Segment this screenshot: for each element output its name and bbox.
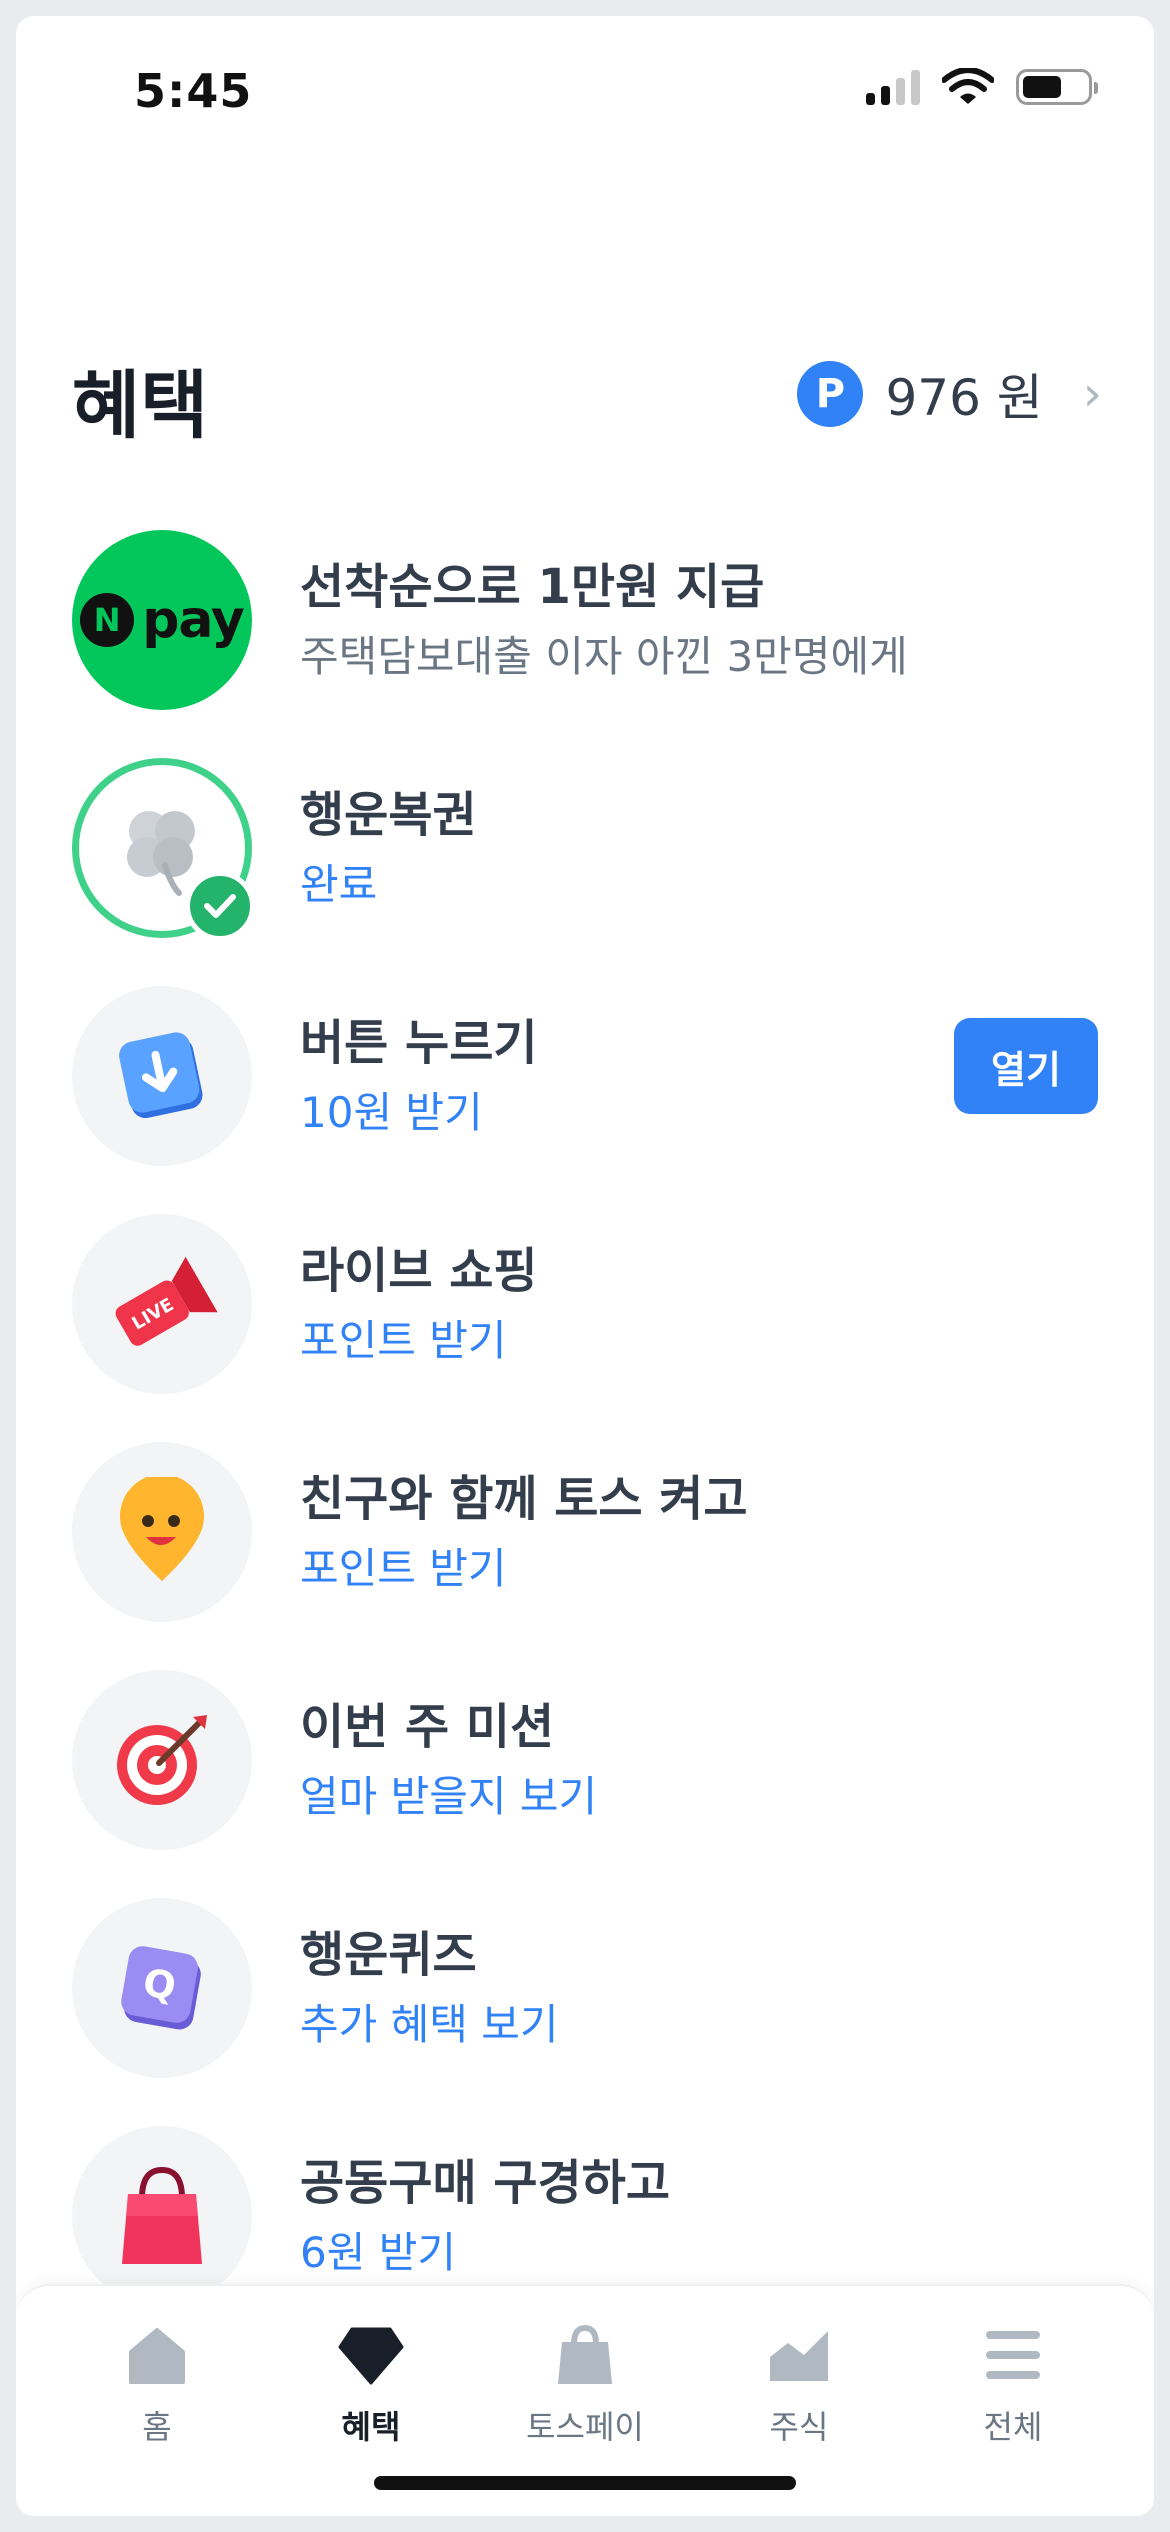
status-icons (866, 68, 1098, 106)
signal-icon (866, 69, 920, 105)
list-item-subtitle: 완료 (300, 859, 378, 909)
chart-icon (764, 2322, 834, 2388)
clover-icon (72, 758, 255, 941)
page-title: 혜택 (72, 363, 209, 449)
list-item[interactable]: 행운복권 완료 (16, 734, 1154, 962)
list-item-title: 선착순으로 1만원 지급 (300, 558, 765, 615)
list-item-subtitle: 포인트 받기 (300, 1543, 507, 1593)
list-item-title: 라이브 쇼핑 (300, 1242, 538, 1299)
list-item-subtitle: 주택담보대출 이자 아낀 3만명에게 (300, 631, 908, 681)
tab-home[interactable]: 홈 (50, 2286, 264, 2516)
list-item-subtitle: 얼마 받을지 보기 (300, 1771, 598, 1821)
list-item[interactable]: LIVE 라이브 쇼핑 포인트 받기 (16, 1190, 1154, 1418)
tab-label: 혜택 (341, 2408, 401, 2446)
shopping-bag-icon (72, 2126, 252, 2306)
list-item-title: 공동구매 구경하고 (300, 2154, 670, 2211)
home-icon (122, 2322, 192, 2388)
list-item-title: 이번 주 미션 (300, 1698, 555, 1755)
battery-icon (1016, 69, 1098, 105)
quiz-icon: Q (72, 1898, 252, 2078)
tab-label: 전체 (983, 2408, 1043, 2446)
npay-logo: N pay (72, 530, 252, 710)
live-megaphone-icon: LIVE (72, 1214, 252, 1394)
open-button[interactable]: 열기 (954, 1018, 1098, 1114)
list-item-title: 행운복권 (300, 786, 477, 843)
list-item[interactable]: Q 행운퀴즈 추가 혜택 보기 (16, 1874, 1154, 2102)
wifi-icon (942, 68, 994, 104)
home-indicator[interactable] (374, 2476, 796, 2490)
tab-label: 토스페이 (526, 2408, 644, 2446)
check-icon (185, 871, 255, 941)
tab-label: 홈 (142, 2408, 172, 2446)
phone-screen: 5:45 혜택 P 976 원 › N pay 선착순으로 1만원 지급 주택담… (16, 16, 1154, 2516)
list-item-title: 행운퀴즈 (300, 1926, 477, 1983)
list-item-subtitle: 10원 받기 (300, 1087, 483, 1137)
list-item[interactable]: N pay 선착순으로 1만원 지급 주택담보대출 이자 아낀 3만명에게 (16, 506, 1154, 734)
list-item-subtitle: 추가 혜택 보기 (300, 1999, 559, 2049)
down-button-icon (72, 986, 252, 1166)
status-time: 5:45 (134, 64, 253, 118)
tab-label: 주식 (769, 2408, 829, 2446)
smile-pin-icon (72, 1442, 252, 1622)
list-item-subtitle: 포인트 받기 (300, 1315, 507, 1365)
list-item[interactable]: 이번 주 미션 얼마 받을지 보기 (16, 1646, 1154, 1874)
target-icon (72, 1670, 252, 1850)
npay-text: pay (142, 590, 245, 650)
list-item-title: 친구와 함께 토스 켜고 (300, 1470, 748, 1527)
menu-icon (978, 2322, 1048, 2388)
list-item-title: 버튼 누르기 (300, 1014, 538, 1071)
chevron-right-icon: › (1082, 366, 1102, 422)
benefit-list: N pay 선착순으로 1만원 지급 주택담보대출 이자 아낀 3만명에게 행운… (16, 506, 1154, 2330)
list-item[interactable]: 친구와 함께 토스 켜고 포인트 받기 (16, 1418, 1154, 1646)
diamond-icon (336, 2322, 406, 2388)
list-item-subtitle: 6원 받기 (300, 2227, 456, 2277)
points-badge-icon: P (797, 361, 864, 427)
list-item[interactable]: 버튼 누르기 10원 받기 열기 (16, 962, 1154, 1190)
tab-bar: 홈 혜택 토스페이 주식 전체 (16, 2284, 1154, 2516)
bag-icon (550, 2322, 620, 2388)
tab-all[interactable]: 전체 (906, 2286, 1120, 2516)
points-value: 976 원 (885, 369, 1043, 427)
points-balance[interactable]: P 976 원 › (797, 358, 1102, 430)
npay-n-mark: N (80, 593, 135, 647)
